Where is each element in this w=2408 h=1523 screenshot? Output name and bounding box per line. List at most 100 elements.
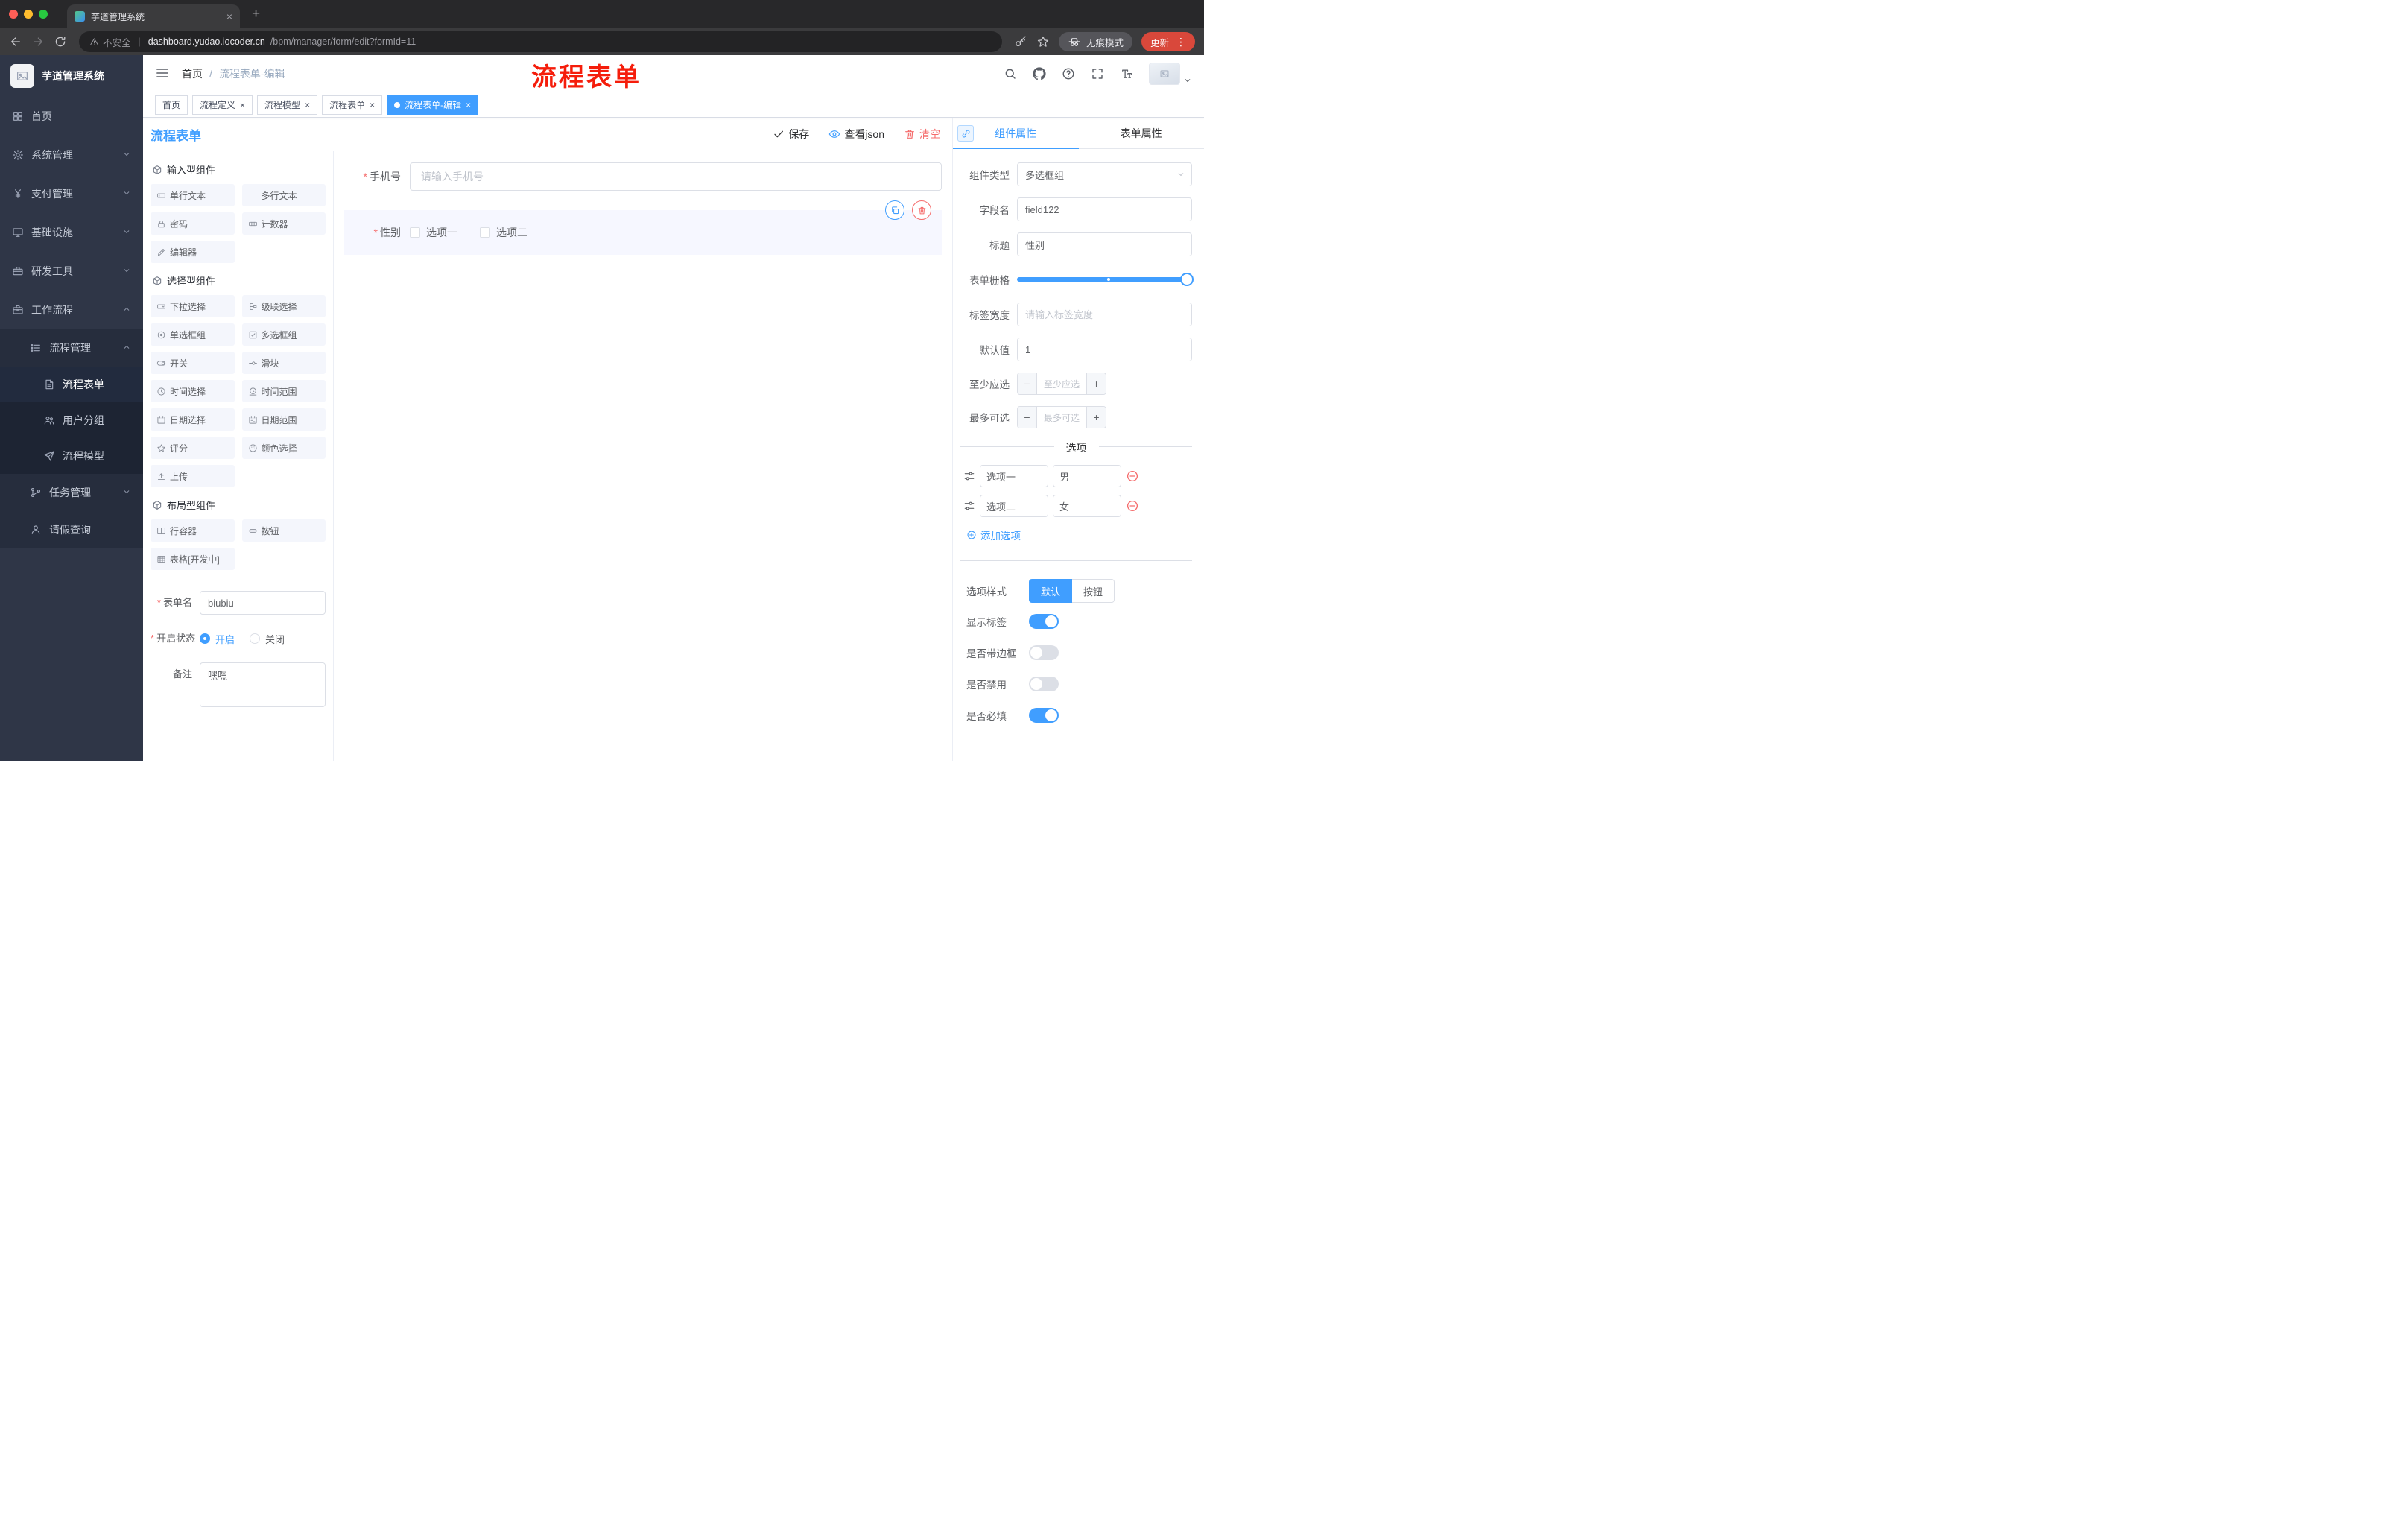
component-editor[interactable]: 编辑器 bbox=[150, 241, 235, 263]
with-border-switch[interactable] bbox=[1029, 645, 1059, 660]
close-icon[interactable]: × bbox=[305, 100, 310, 110]
add-option-button[interactable]: 添加选项 bbox=[966, 528, 1192, 542]
fullscreen-icon[interactable] bbox=[1091, 67, 1104, 80]
minimize-window-button[interactable] bbox=[24, 10, 33, 19]
checkbox-option-2[interactable]: 选项二 bbox=[480, 225, 527, 240]
tag-process-form-edit[interactable]: 流程表单-编辑 × bbox=[387, 95, 479, 115]
component-date-picker[interactable]: 日期选择 bbox=[150, 408, 235, 431]
required-switch[interactable] bbox=[1029, 708, 1059, 723]
password-key-icon[interactable] bbox=[1014, 35, 1027, 48]
default-value-input[interactable] bbox=[1017, 338, 1192, 361]
maximize-window-button[interactable] bbox=[39, 10, 48, 19]
address-bar[interactable]: 不安全 | dashboard.yudao.iocoder.cn/bpm/man… bbox=[79, 31, 1002, 52]
reload-icon[interactable] bbox=[54, 35, 67, 48]
sidebar-item-process-mgmt[interactable]: 流程管理 bbox=[0, 329, 143, 367]
component-slider[interactable]: 滑块 bbox=[241, 352, 326, 374]
tag-process-definition[interactable]: 流程定义 × bbox=[192, 95, 253, 115]
sidebar-item-user-group[interactable]: 用户分组 bbox=[0, 402, 143, 438]
sidebar-item-process-model[interactable]: 流程模型 bbox=[0, 438, 143, 474]
sidebar-item-system[interactable]: 系统管理 bbox=[0, 136, 143, 174]
phone-input[interactable]: 请输入手机号 bbox=[410, 162, 942, 191]
sidebar-item-workflow[interactable]: 工作流程 bbox=[0, 291, 143, 329]
tab-form-props[interactable]: 表单属性 bbox=[1079, 118, 1205, 148]
radio-closed[interactable]: 关闭 bbox=[250, 632, 285, 646]
sidebar-item-leave-query[interactable]: 请假查询 bbox=[0, 511, 143, 548]
max-select-stepper[interactable]: − 最多可选 + bbox=[1017, 406, 1106, 428]
component-password[interactable]: 密码 bbox=[150, 212, 235, 235]
tab-close-icon[interactable]: × bbox=[226, 10, 232, 22]
component-color-picker[interactable]: 颜色选择 bbox=[241, 437, 326, 459]
increase-button[interactable]: + bbox=[1086, 407, 1106, 428]
tag-home[interactable]: 首页 bbox=[155, 95, 188, 115]
radio-open[interactable]: 开启 bbox=[200, 632, 235, 646]
security-indicator[interactable]: 不安全 bbox=[89, 35, 131, 49]
sidebar-item-infra[interactable]: 基础设施 bbox=[0, 213, 143, 252]
decrease-button[interactable]: − bbox=[1018, 407, 1037, 428]
label-width-input[interactable] bbox=[1017, 303, 1192, 326]
component-switch[interactable]: 开关 bbox=[150, 352, 235, 374]
sidebar-item-devtools[interactable]: 研发工具 bbox=[0, 252, 143, 291]
font-size-icon[interactable] bbox=[1120, 67, 1133, 80]
title-input[interactable] bbox=[1017, 232, 1192, 256]
field-phone[interactable]: 手机号 请输入手机号 bbox=[344, 162, 942, 191]
component-table[interactable]: 表格[开发中] bbox=[150, 548, 235, 570]
help-icon[interactable] bbox=[1062, 67, 1075, 80]
component-counter[interactable]: 计数器 bbox=[241, 212, 326, 235]
component-rate[interactable]: 评分 bbox=[150, 437, 235, 459]
sidebar-item-task-mgmt[interactable]: 任务管理 bbox=[0, 474, 143, 511]
sidebar-collapse-icon[interactable] bbox=[155, 66, 170, 83]
tag-process-model[interactable]: 流程模型 × bbox=[257, 95, 318, 115]
sidebar-item-process-form[interactable]: 流程表单 bbox=[0, 367, 143, 402]
save-button[interactable]: 保存 bbox=[773, 127, 809, 142]
component-button[interactable]: 按钮 bbox=[241, 519, 326, 542]
component-upload[interactable]: 上传 bbox=[150, 465, 235, 487]
grid-slider[interactable] bbox=[1017, 273, 1194, 286]
field-name-input[interactable] bbox=[1017, 197, 1192, 221]
bookmark-star-icon[interactable] bbox=[1036, 35, 1050, 48]
component-time-picker[interactable]: 时间选择 bbox=[150, 380, 235, 402]
drag-handle-icon[interactable] bbox=[963, 470, 975, 482]
component-select[interactable]: 下拉选择 bbox=[150, 295, 235, 317]
component-checkbox-group[interactable]: 多选框组 bbox=[241, 323, 326, 346]
field-gender-selected[interactable]: 性别 选项一 选项二 bbox=[344, 200, 942, 255]
browser-update-button[interactable]: 更新 ⋮ bbox=[1141, 32, 1195, 51]
increase-button[interactable]: + bbox=[1086, 373, 1106, 394]
component-radio-group[interactable]: 单选框组 bbox=[150, 323, 235, 346]
option-label-input[interactable] bbox=[980, 465, 1048, 487]
clear-button[interactable]: 清空 bbox=[904, 127, 940, 142]
component-row-container[interactable]: 行容器 bbox=[150, 519, 235, 542]
tag-process-form[interactable]: 流程表单 × bbox=[322, 95, 383, 115]
browser-tab[interactable]: 芋道管理系统 × bbox=[67, 4, 240, 28]
option-value-input[interactable] bbox=[1053, 465, 1121, 487]
browser-menu-icon[interactable]: ⋮ bbox=[1176, 36, 1186, 48]
new-tab-button[interactable]: + bbox=[252, 6, 260, 22]
breadcrumb-home[interactable]: 首页 bbox=[182, 66, 203, 81]
close-icon[interactable]: × bbox=[240, 100, 245, 110]
option-label-input[interactable] bbox=[980, 495, 1048, 517]
copy-field-button[interactable] bbox=[885, 200, 904, 220]
view-json-button[interactable]: 查看json bbox=[828, 127, 884, 142]
delete-field-button[interactable] bbox=[912, 200, 931, 220]
min-select-stepper[interactable]: − 至少应选 + bbox=[1017, 373, 1106, 395]
close-window-button[interactable] bbox=[9, 10, 18, 19]
user-menu[interactable] bbox=[1149, 63, 1192, 85]
back-icon[interactable] bbox=[9, 35, 22, 48]
disabled-switch[interactable] bbox=[1029, 677, 1059, 691]
form-remark-textarea[interactable]: 嘿嘿 bbox=[200, 662, 326, 707]
forward-icon[interactable] bbox=[31, 35, 45, 48]
link-handle-button[interactable] bbox=[957, 125, 974, 142]
slider-handle[interactable] bbox=[1180, 273, 1194, 286]
style-button-button[interactable]: 按钮 bbox=[1072, 579, 1115, 603]
sidebar-item-payment[interactable]: 支付管理 bbox=[0, 174, 143, 213]
drag-handle-icon[interactable] bbox=[963, 500, 975, 512]
decrease-button[interactable]: − bbox=[1018, 373, 1037, 394]
github-icon[interactable] bbox=[1033, 67, 1046, 80]
component-multi-line-text[interactable]: 多行文本 bbox=[241, 184, 326, 206]
search-icon[interactable] bbox=[1004, 67, 1017, 80]
component-single-line-text[interactable]: 单行文本 bbox=[150, 184, 235, 206]
close-icon[interactable]: × bbox=[466, 100, 471, 110]
component-type-select[interactable]: 多选框组 bbox=[1017, 162, 1192, 186]
component-time-range[interactable]: 时间范围 bbox=[241, 380, 326, 402]
checkbox-option-1[interactable]: 选项一 bbox=[410, 225, 457, 240]
style-default-button[interactable]: 默认 bbox=[1029, 579, 1073, 603]
